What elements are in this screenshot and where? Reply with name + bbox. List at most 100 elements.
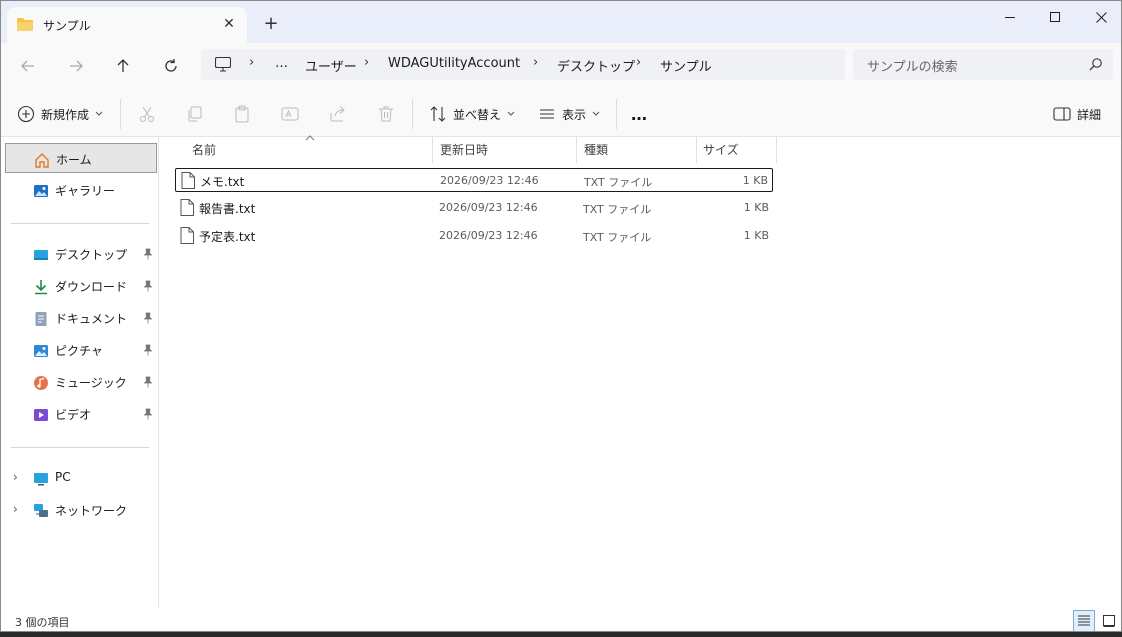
file-type: TXT ファイル — [584, 176, 653, 189]
sidebar-item-music[interactable]: ミュージック — [5, 367, 157, 397]
details-label: 詳細 — [1077, 107, 1102, 122]
command-bar: 新規作成 並べ替え 表示 … 詳細 — [1, 89, 1121, 137]
details-pane-button[interactable]: 詳細 — [1053, 101, 1101, 127]
view-list-icon — [540, 109, 554, 119]
details-view-button[interactable] — [1073, 610, 1095, 631]
arrow-right-icon — [70, 60, 83, 72]
pc-icon — [34, 473, 48, 486]
plus-circle-icon — [17, 105, 35, 123]
column-header-name[interactable]: 名前 — [192, 141, 216, 158]
forward-button[interactable] — [61, 51, 91, 81]
breadcrumb-desktop[interactable]: デスクトップ — [557, 56, 635, 75]
back-button[interactable] — [13, 51, 43, 81]
sidebar-item-label: ネットワーク — [55, 504, 128, 518]
breadcrumb-users[interactable]: ユーザー — [305, 56, 357, 75]
sidebar-item-home[interactable]: ホーム — [5, 143, 157, 173]
sidebar-item-label: PC — [55, 470, 71, 484]
breadcrumb-account[interactable]: WDAGUtilityAccount — [388, 56, 520, 71]
file-name: 予定表.txt — [199, 230, 256, 244]
column-header-modified[interactable]: 更新日時 — [440, 141, 488, 158]
chevron-right-icon[interactable]: › — [13, 502, 18, 516]
pin-icon[interactable] — [143, 376, 153, 388]
copy-button[interactable] — [185, 104, 205, 124]
minimize-button[interactable] — [987, 1, 1033, 33]
address-bar[interactable]: › … ユーザー › WDAGUtilityAccount › デスクトップ ›… — [201, 49, 845, 80]
item-count: 3 個の項目 — [15, 616, 70, 629]
file-row[interactable]: 報告書.txt 2026/09/23 12:46 TXT ファイル 1 KB — [175, 196, 773, 220]
file-row[interactable]: メモ.txt 2026/09/23 12:46 TXT ファイル 1 KB — [175, 168, 773, 192]
pin-icon[interactable] — [143, 312, 153, 324]
home-icon — [35, 153, 49, 168]
column-header-size[interactable]: サイズ — [703, 141, 739, 158]
column-header-type[interactable]: 種類 — [584, 141, 608, 158]
breadcrumb-separator: › — [364, 55, 370, 70]
sidebar-item-network[interactable]: › ネットワーク — [5, 495, 157, 525]
file-modified: 2026/09/23 12:46 — [440, 174, 539, 187]
file-list: 名前 更新日時 種類 サイズ メモ.txt 2026/09/23 12:46 T… — [160, 135, 1121, 609]
breadcrumb-separator: › — [533, 55, 539, 70]
sidebar-item-label: デスクトップ — [55, 248, 128, 262]
pin-icon[interactable] — [143, 408, 153, 420]
title-bar: サンプル ✕ + — [1, 1, 1121, 43]
search-placeholder: サンプルの検索 — [867, 60, 958, 75]
sidebar-item-pc[interactable]: › PC — [5, 463, 157, 493]
new-tab-button[interactable]: + — [259, 13, 283, 37]
sidebar-item-label: ミュージック — [55, 376, 127, 390]
new-button[interactable]: 新規作成 — [17, 101, 103, 127]
sidebar-item-pictures[interactable]: ピクチャ — [5, 335, 157, 365]
sidebar-item-documents[interactable]: ドキュメント — [5, 303, 157, 333]
breadcrumb-more[interactable]: … — [275, 56, 288, 71]
sort-icon — [430, 106, 446, 122]
chevron-down-icon — [592, 111, 600, 116]
sidebar-item-label: ホーム — [56, 153, 92, 167]
pin-icon[interactable] — [143, 280, 153, 292]
search-icon — [1089, 58, 1102, 71]
file-size: 1 KB — [743, 201, 769, 214]
share-icon — [330, 106, 345, 122]
delete-button[interactable] — [376, 104, 396, 124]
close-icon — [1095, 11, 1107, 23]
view-label: 表示 — [562, 107, 587, 122]
arrow-left-icon — [21, 60, 34, 72]
cut-button[interactable] — [137, 104, 157, 124]
close-window-button[interactable] — [1078, 1, 1121, 33]
clipboard-icon — [235, 105, 249, 123]
more-options-button[interactable]: … — [631, 101, 647, 127]
refresh-button[interactable] — [156, 51, 186, 81]
desktop-icon — [34, 250, 48, 260]
sidebar-item-downloads[interactable]: ダウンロード — [5, 271, 157, 301]
breadcrumb-sample[interactable]: サンプル — [660, 56, 712, 75]
search-input[interactable]: サンプルの検索 — [853, 49, 1113, 80]
text-file-icon — [180, 227, 194, 244]
copy-icon — [188, 106, 202, 122]
file-type: TXT ファイル — [583, 203, 652, 216]
arrow-up-icon — [117, 59, 129, 72]
pictures-icon — [34, 345, 48, 357]
sidebar-item-gallery[interactable]: ギャラリー — [5, 175, 157, 205]
sidebar-item-label: ダウンロード — [55, 280, 128, 294]
paste-button[interactable] — [232, 104, 252, 124]
text-file-icon — [180, 199, 194, 216]
tab-close-button[interactable]: ✕ — [219, 13, 239, 35]
chevron-right-icon[interactable]: › — [13, 470, 18, 484]
pin-icon[interactable] — [143, 248, 153, 260]
up-button[interactable] — [108, 51, 138, 81]
refresh-icon — [165, 59, 177, 72]
file-modified: 2026/09/23 12:46 — [439, 201, 538, 214]
status-bar: 3 個の項目 — [1, 609, 1121, 631]
network-icon — [34, 504, 48, 517]
rename-icon — [281, 107, 299, 121]
sort-button[interactable]: 並べ替え — [429, 101, 515, 127]
pin-icon[interactable] — [143, 344, 153, 356]
sidebar-item-videos[interactable]: ビデオ — [5, 399, 157, 429]
rename-button[interactable] — [280, 104, 300, 124]
share-button[interactable] — [328, 104, 348, 124]
tab-sample[interactable]: サンプル ✕ — [7, 7, 247, 43]
file-row[interactable]: 予定表.txt 2026/09/23 12:46 TXT ファイル 1 KB — [175, 224, 773, 248]
maximize-button[interactable] — [1032, 1, 1078, 33]
breadcrumb-separator: › — [249, 55, 255, 70]
sidebar-item-desktop[interactable]: デスクトップ — [5, 239, 157, 269]
view-button[interactable]: 表示 — [538, 101, 600, 127]
tiles-view-button[interactable] — [1098, 610, 1120, 631]
maximize-icon — [1049, 11, 1060, 22]
